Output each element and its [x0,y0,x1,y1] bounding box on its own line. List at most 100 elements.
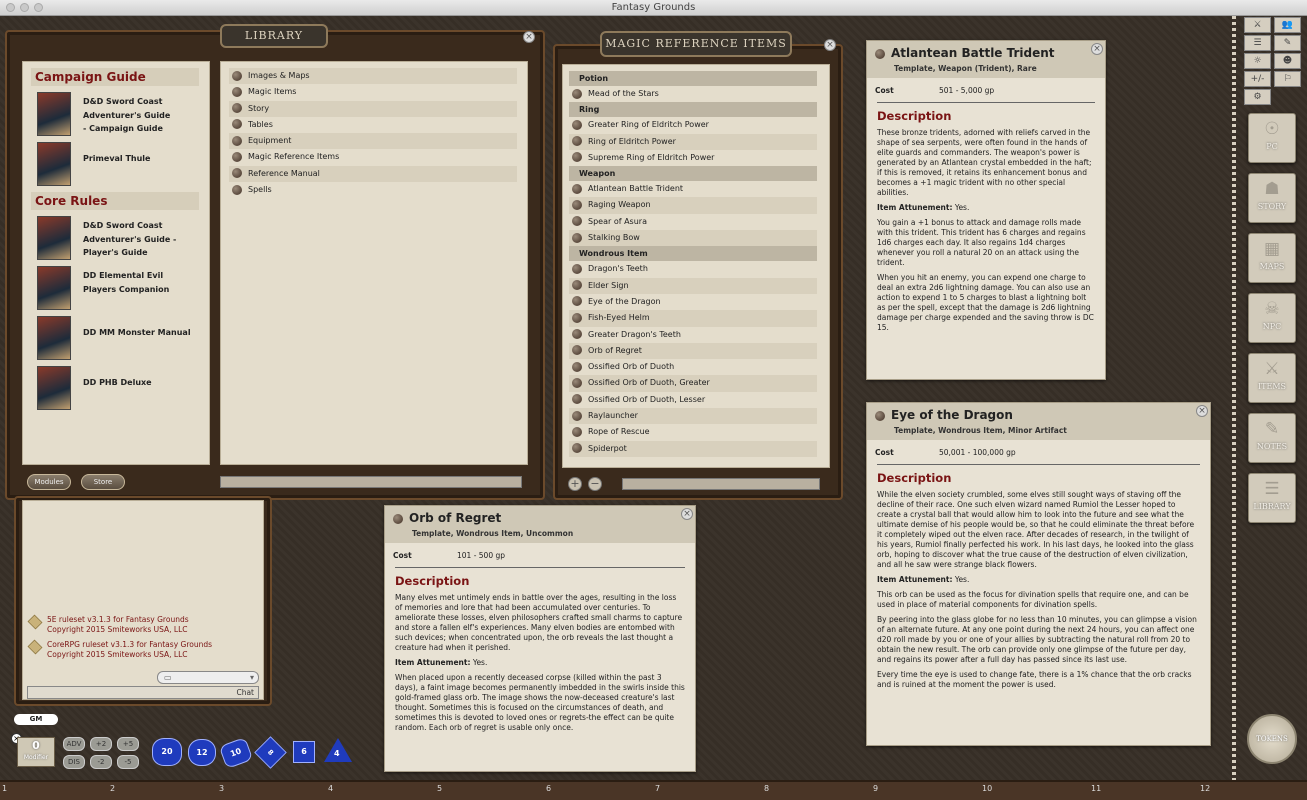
bullet-icon [232,135,242,146]
modifier-box[interactable]: 0 Modifier [17,737,55,767]
calendar-icon[interactable]: ☰ [1244,35,1271,51]
plus-two-button[interactable]: +2 [90,737,112,751]
minimize-window-icon[interactable] [20,3,29,12]
magic-reference-filter-input[interactable] [622,478,820,490]
sidebar-items-button[interactable]: ⚔ ITEMS [1248,353,1296,403]
category-item[interactable]: Tables [229,117,517,133]
magic-item-row[interactable]: Dragon's Teeth [569,261,817,277]
category-item[interactable]: Magic Reference Items [229,149,517,165]
advantage-button[interactable]: ADV [63,737,85,751]
chat-message-line: Copyright 2015 Smiteworks USA, LLC [47,650,188,659]
minus-two-button[interactable]: -2 [90,755,112,769]
category-item[interactable]: Reference Manual [229,165,517,183]
combat-tracker-icon[interactable]: ⚔ [1244,17,1271,33]
attunement-label: Item Attunement: [877,575,953,584]
magic-item-row[interactable]: Greater Dragon's Teeth [569,327,817,343]
zoom-window-icon[interactable] [34,3,43,12]
magic-item-label: Fish-Eyed Helm [588,313,650,323]
minus-five-button[interactable]: -5 [117,755,139,769]
magic-item-label: Ossified Orb of Duoth [588,362,675,372]
card-header: Orb of Regret Template, Wondrous Item, U… [385,506,695,543]
magic-reference-close-icon[interactable]: × [824,39,836,51]
d6-icon[interactable]: 6 [293,741,315,763]
magic-item-row[interactable]: Stalking Bow [569,230,817,247]
divider [877,464,1200,465]
quill-icon: ✎ [1264,419,1280,439]
module-book[interactable]: D&D Sword Coast Adventurer's Guide - Cam… [37,92,199,136]
category-item[interactable]: Images & Maps [229,68,517,85]
trident-close-icon[interactable]: × [1091,43,1103,55]
library-title-plate: LIBRARY [220,24,328,48]
add-item-button[interactable]: + [568,477,582,491]
module-book[interactable]: Primeval Thule [37,142,199,186]
settings-gear-icon[interactable]: ⚙ [1244,89,1271,105]
card-subtitle: Template, Wondrous Item, Uncommon [412,529,574,538]
notes-toolbar-icon[interactable]: ✎ [1274,35,1301,51]
hotkey-number: 5 [437,784,443,793]
plus-five-button[interactable]: +5 [117,737,139,751]
magic-item-row[interactable]: Ossified Orb of Duoth [569,359,817,375]
d12-icon[interactable]: 12 [188,739,216,766]
store-button[interactable]: Store [81,474,125,490]
modifiers-icon[interactable]: +/- [1244,71,1271,87]
magic-item-row[interactable]: Raging Weapon [569,197,817,214]
magic-item-row[interactable]: Elder Sign [569,277,817,294]
options-icon[interactable]: ⚐ [1274,71,1301,87]
hotkey-bar[interactable]: 1 2 3 4 5 6 7 8 9 10 11 12 [0,780,1307,800]
magic-item-row[interactable]: Fish-Eyed Helm [569,310,817,327]
magic-item-label: Stalking Bow [588,233,640,243]
magic-item-row[interactable]: Orb of Regret [569,342,817,360]
tokens-button[interactable]: TOKENS [1247,714,1297,764]
magic-item-row[interactable]: Ossified Orb of Duoth, Lesser [569,392,817,408]
remove-item-button[interactable]: − [588,477,602,491]
light-icon[interactable]: ☼ [1244,53,1271,69]
map-icon: ▦ [1263,239,1281,259]
magic-item-row[interactable]: Mead of the Stars [569,86,817,102]
effects-icon[interactable]: ☻ [1274,53,1301,69]
sidebar-npc-button[interactable]: ☠ NPC [1248,293,1296,343]
magic-item-row[interactable]: Raylauncher [569,408,817,425]
close-window-icon[interactable] [6,3,15,12]
module-book[interactable]: D&D Sword Coast Adventurer's Guide - Pla… [37,216,199,260]
description-text: When you hit an enemy, you can expend on… [877,273,1094,332]
category-item[interactable]: Equipment [229,133,517,150]
magic-item-row[interactable]: Supreme Ring of Eldritch Power [569,150,817,166]
orb-of-regret-card: × Orb of Regret Template, Wondrous Item,… [384,505,696,772]
disadvantage-button[interactable]: DIS [63,755,85,769]
sidebar-maps-button[interactable]: ▦ MAPS [1248,233,1296,283]
chat-mode-select[interactable]: ▭ ▾ [157,671,259,684]
description-text: This orb can be used as the focus for di… [877,590,1189,609]
magic-item-row[interactable]: Atlantean Battle Trident [569,181,817,197]
magic-item-label: Mead of the Stars [588,89,659,98]
module-book[interactable]: DD Elemental Evil Players Companion [37,266,199,310]
magic-item-row[interactable]: Ring of Eldritch Power [569,133,817,150]
sidebar-notes-button[interactable]: ✎ NOTES [1248,413,1296,463]
magic-item-label: Spear of Asura [588,216,647,226]
party-sheet-icon[interactable]: 👥 [1274,17,1301,33]
magic-item-row[interactable]: Eye of the Dragon [569,294,817,310]
d20-icon[interactable]: 20 [152,738,182,766]
category-item[interactable]: Spells [229,182,517,198]
description-text: When placed upon a recently deceased cor… [395,673,685,732]
bullet-icon [572,361,582,372]
magic-item-row[interactable]: Greater Ring of Eldritch Power [569,117,817,133]
sidebar-library-button[interactable]: ☰ LIBRARY [1248,473,1296,523]
module-book[interactable]: DD PHB Deluxe [37,366,199,410]
magic-item-row[interactable]: Spiderpot [569,440,817,457]
library-close-icon[interactable]: × [523,31,535,43]
category-item[interactable]: Story [229,100,517,117]
magic-item-row[interactable]: Ossified Orb of Duoth, Greater [569,375,817,392]
sidebar-story-button[interactable]: ☗ STORY [1248,173,1296,223]
category-item[interactable]: Magic Items [229,84,517,100]
orb-close-icon[interactable]: × [681,508,693,520]
eye-close-icon[interactable]: × [1196,405,1208,417]
sidebar-pc-button[interactable]: ☉ PC [1248,113,1296,163]
library-filter-input[interactable] [220,476,522,488]
magic-item-row[interactable]: Rope of Rescue [569,424,817,440]
cost-row: Cost 50,001 - 100,000 gp [867,448,1210,457]
modules-button[interactable]: Modules [27,474,71,490]
module-book[interactable]: DD MM Monster Manual [37,316,199,360]
magic-item-row[interactable]: Spear of Asura [569,214,817,230]
chat-input[interactable]: Chat [27,686,259,699]
magic-item-label: Raylauncher [588,411,638,421]
